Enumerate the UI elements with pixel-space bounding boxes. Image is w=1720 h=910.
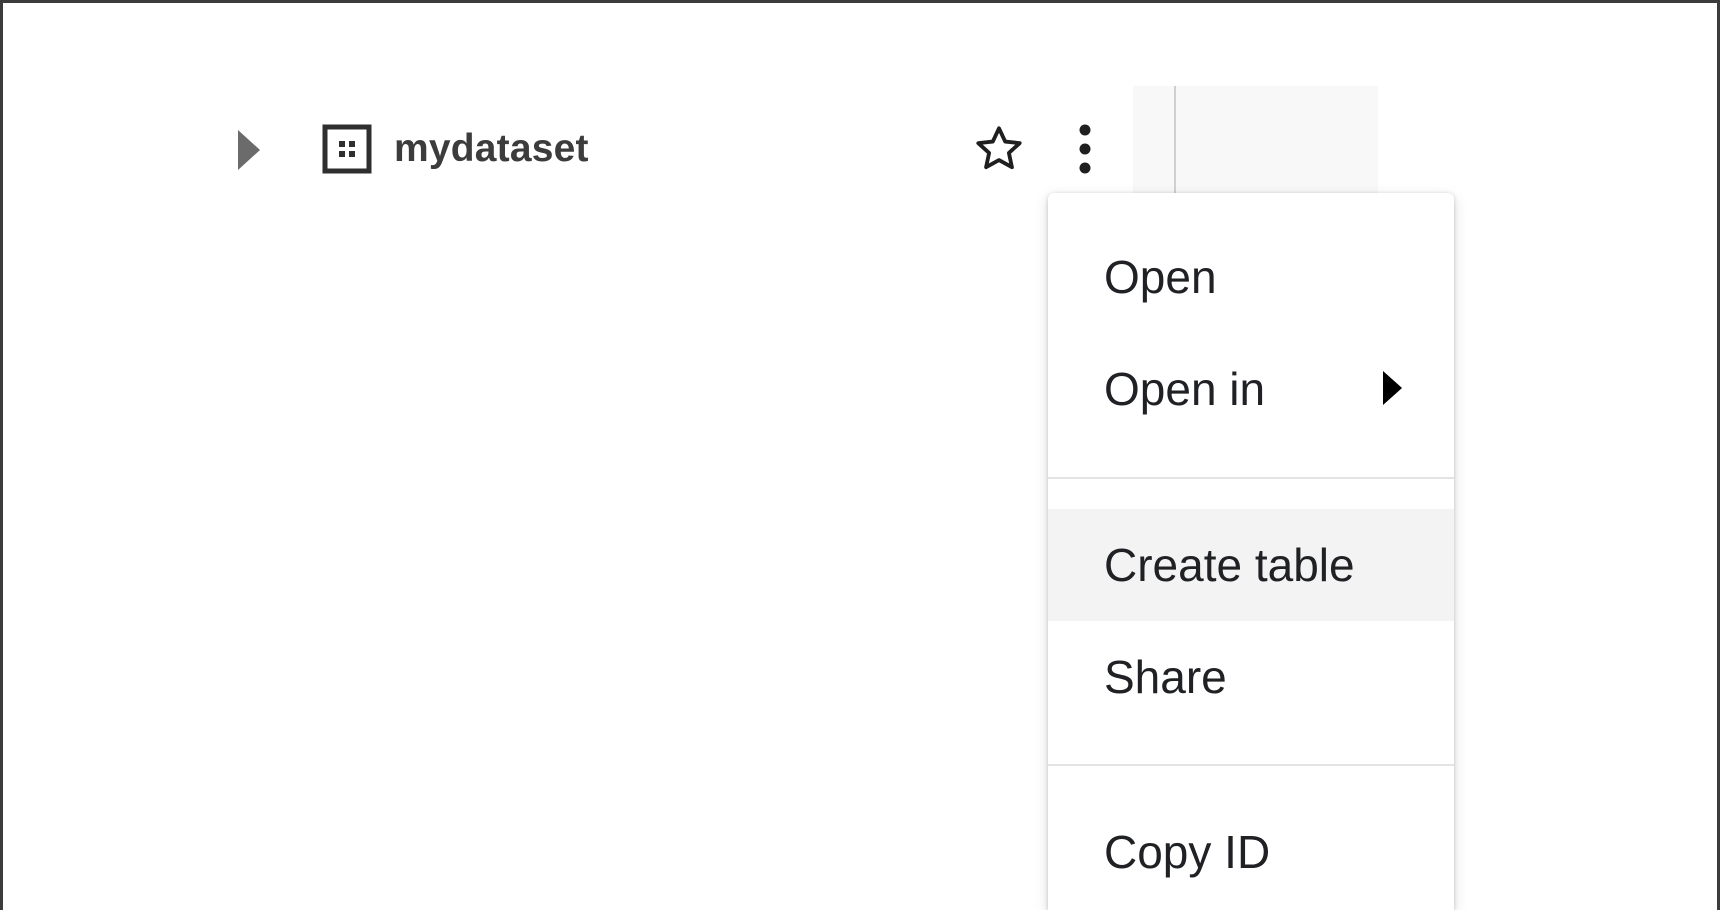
more-vertical-icon[interactable]	[1070, 122, 1100, 178]
panel-divider	[1174, 86, 1176, 196]
caret-right-icon[interactable]	[238, 130, 260, 170]
menu-item-open-in[interactable]: Open in	[1048, 333, 1454, 445]
menu-item-open[interactable]: Open	[1048, 221, 1454, 333]
dataset-grid-icon	[322, 124, 372, 174]
menu-item-label: Open in	[1104, 363, 1266, 415]
details-panel-background	[1133, 86, 1378, 196]
star-outline-icon[interactable]	[972, 122, 1026, 176]
menu-item-label: Open	[1104, 251, 1217, 303]
caret-right-icon	[1383, 371, 1402, 405]
menu-item-label: Create table	[1104, 539, 1355, 591]
menu-item-share[interactable]: Share	[1048, 621, 1454, 733]
menu-item-copy-id[interactable]: Copy ID	[1048, 796, 1454, 908]
context-menu: Open Open in Create table Share Copy ID	[1048, 193, 1454, 910]
menu-divider	[1048, 477, 1454, 479]
dataset-tree-row[interactable]: mydataset	[220, 110, 1120, 190]
menu-item-label: Share	[1104, 651, 1227, 703]
menu-divider	[1048, 764, 1454, 766]
menu-item-create-table[interactable]: Create table	[1048, 509, 1454, 621]
menu-item-label: Copy ID	[1104, 826, 1271, 878]
dataset-name-label[interactable]: mydataset	[394, 126, 589, 172]
